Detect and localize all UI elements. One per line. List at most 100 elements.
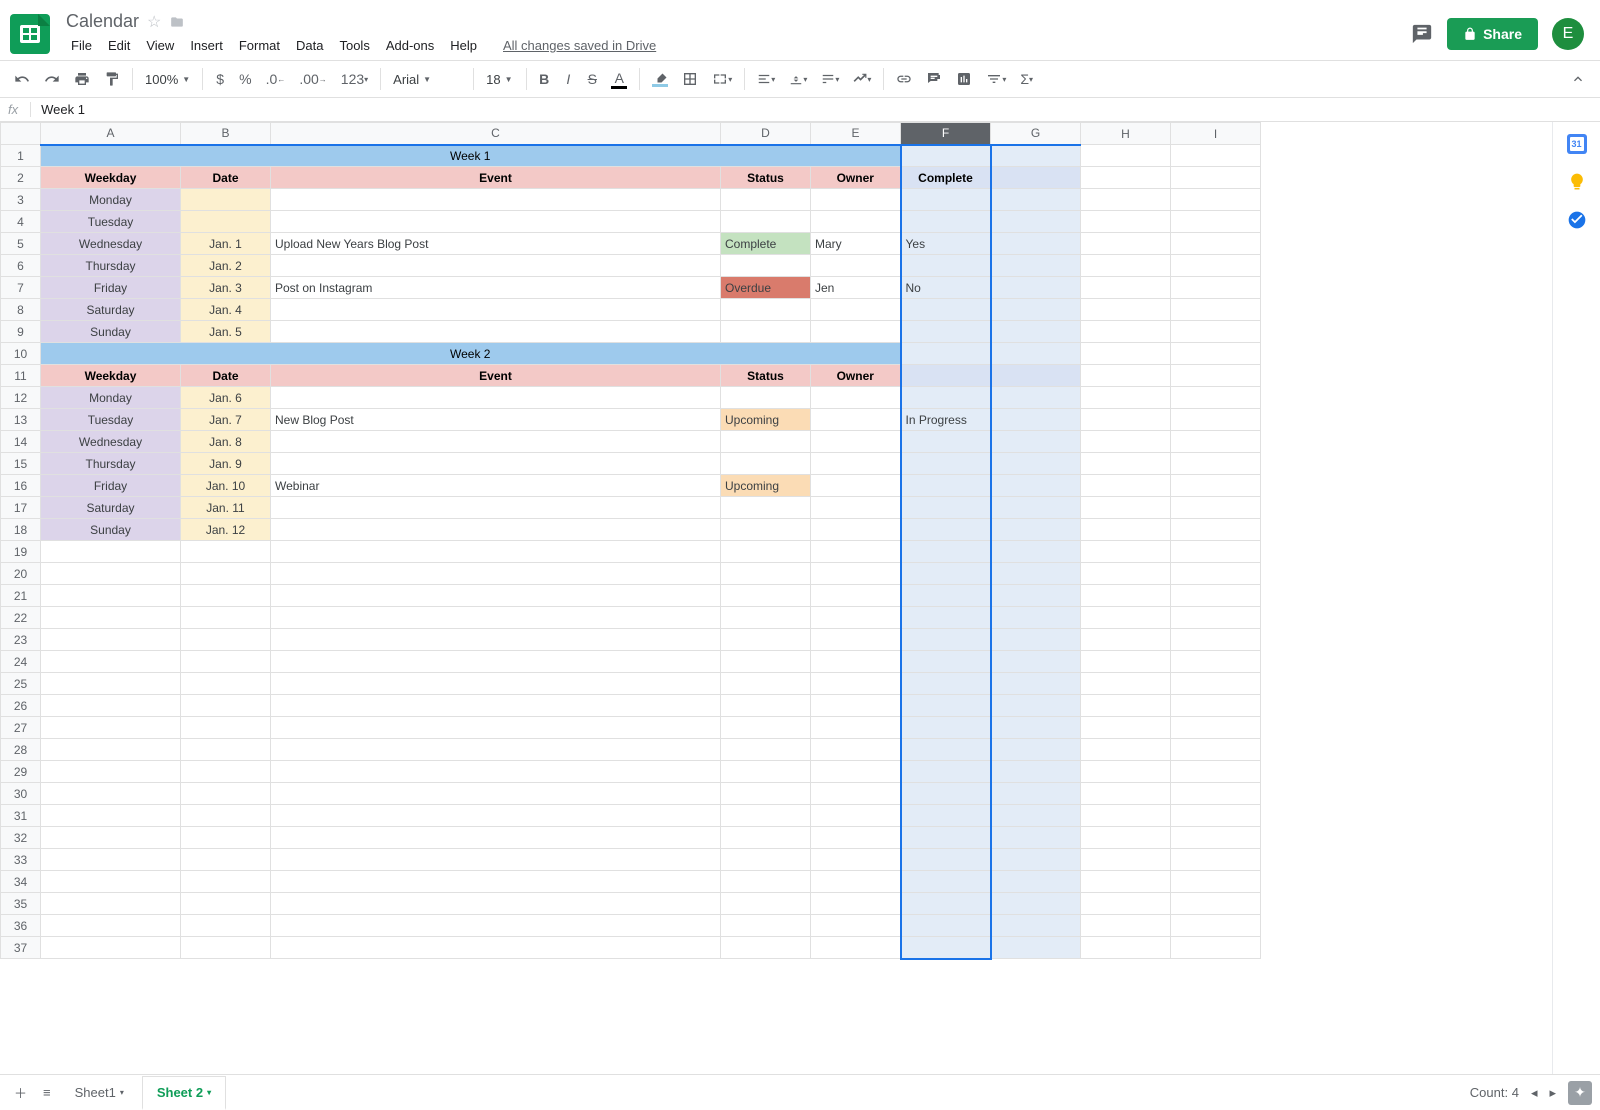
cell[interactable] [1081, 167, 1171, 189]
cell[interactable] [721, 739, 811, 761]
cell[interactable] [901, 519, 991, 541]
cell[interactable] [271, 321, 721, 343]
cell[interactable] [721, 827, 811, 849]
cell[interactable] [181, 695, 271, 717]
col-header-cell[interactable]: Event [271, 365, 721, 387]
row-header-32[interactable]: 32 [1, 827, 41, 849]
cell[interactable] [991, 167, 1081, 189]
col-header-C[interactable]: C [271, 123, 721, 145]
row-header-19[interactable]: 19 [1, 541, 41, 563]
cell[interactable] [1081, 189, 1171, 211]
cell[interactable] [901, 783, 991, 805]
cell[interactable] [901, 343, 991, 365]
cell[interactable] [1081, 937, 1171, 959]
cell[interactable] [41, 849, 181, 871]
keep-sidepanel-icon[interactable] [1567, 172, 1587, 192]
cell[interactable] [271, 585, 721, 607]
row-header-21[interactable]: 21 [1, 585, 41, 607]
cell[interactable] [811, 849, 901, 871]
row-header-36[interactable]: 36 [1, 915, 41, 937]
cell[interactable] [181, 893, 271, 915]
cell[interactable] [181, 827, 271, 849]
cell[interactable] [271, 695, 721, 717]
cell[interactable] [41, 915, 181, 937]
row-header-5[interactable]: 5 [1, 233, 41, 255]
cell[interactable] [721, 497, 811, 519]
cell[interactable] [1081, 915, 1171, 937]
cell[interactable]: Thursday [41, 453, 181, 475]
cell[interactable] [1081, 409, 1171, 431]
cell[interactable] [1171, 937, 1261, 959]
add-sheet-button[interactable]: ＋ [8, 1077, 33, 1108]
cell[interactable] [721, 321, 811, 343]
cell[interactable] [811, 409, 901, 431]
cell[interactable] [811, 585, 901, 607]
cell[interactable] [721, 805, 811, 827]
print-button[interactable] [68, 67, 96, 91]
cell[interactable] [991, 365, 1081, 387]
row-header-4[interactable]: 4 [1, 211, 41, 233]
cell[interactable] [811, 673, 901, 695]
h-align-button[interactable]: ▾ [751, 68, 781, 90]
cell[interactable] [991, 299, 1081, 321]
cell[interactable] [991, 519, 1081, 541]
cell[interactable] [181, 739, 271, 761]
cell[interactable] [271, 387, 721, 409]
cell[interactable] [1171, 475, 1261, 497]
cell[interactable] [991, 871, 1081, 893]
cell[interactable] [1171, 563, 1261, 585]
row-header-6[interactable]: 6 [1, 255, 41, 277]
cell[interactable] [271, 453, 721, 475]
cell[interactable] [901, 585, 991, 607]
cell[interactable] [721, 651, 811, 673]
col-header-A[interactable]: A [41, 123, 181, 145]
row-header-11[interactable]: 11 [1, 365, 41, 387]
cell[interactable] [271, 299, 721, 321]
cell[interactable] [991, 387, 1081, 409]
cell[interactable]: Tuesday [41, 211, 181, 233]
cell[interactable] [1081, 563, 1171, 585]
row-header-33[interactable]: 33 [1, 849, 41, 871]
cell[interactable] [991, 585, 1081, 607]
number-format-select[interactable]: 123▾ [335, 67, 374, 91]
cell[interactable]: Mary [811, 233, 901, 255]
cell[interactable] [811, 871, 901, 893]
cell[interactable] [991, 915, 1081, 937]
cell[interactable] [991, 321, 1081, 343]
cell[interactable] [901, 739, 991, 761]
cell[interactable]: Jan. 1 [181, 233, 271, 255]
cell[interactable] [811, 431, 901, 453]
star-icon[interactable]: ☆ [147, 12, 161, 32]
cell[interactable] [1081, 695, 1171, 717]
cell[interactable] [1171, 651, 1261, 673]
cell[interactable] [901, 761, 991, 783]
cell[interactable] [811, 915, 901, 937]
cell[interactable] [1171, 739, 1261, 761]
cell[interactable] [721, 585, 811, 607]
row-header-8[interactable]: 8 [1, 299, 41, 321]
cell[interactable] [1081, 607, 1171, 629]
cell[interactable] [901, 673, 991, 695]
col-header-cell[interactable]: Date [181, 167, 271, 189]
cell[interactable] [991, 431, 1081, 453]
cell[interactable]: Jan. 10 [181, 475, 271, 497]
cell[interactable] [1171, 387, 1261, 409]
row-header-24[interactable]: 24 [1, 651, 41, 673]
cell[interactable] [811, 607, 901, 629]
cell[interactable] [901, 893, 991, 915]
cell[interactable]: No [901, 277, 991, 299]
insert-comment-button[interactable] [920, 67, 948, 91]
row-header-7[interactable]: 7 [1, 277, 41, 299]
percent-button[interactable]: % [233, 67, 257, 91]
cell[interactable] [991, 343, 1081, 365]
cell[interactable] [811, 189, 901, 211]
cell[interactable] [1081, 827, 1171, 849]
cell[interactable]: Thursday [41, 255, 181, 277]
row-header-13[interactable]: 13 [1, 409, 41, 431]
cell[interactable] [991, 233, 1081, 255]
cell[interactable] [1171, 343, 1261, 365]
cell[interactable] [41, 937, 181, 959]
calendar-sidepanel-icon[interactable]: 31 [1567, 134, 1587, 154]
cell[interactable] [1171, 783, 1261, 805]
selection-count[interactable]: Count: 4 [1470, 1085, 1519, 1100]
